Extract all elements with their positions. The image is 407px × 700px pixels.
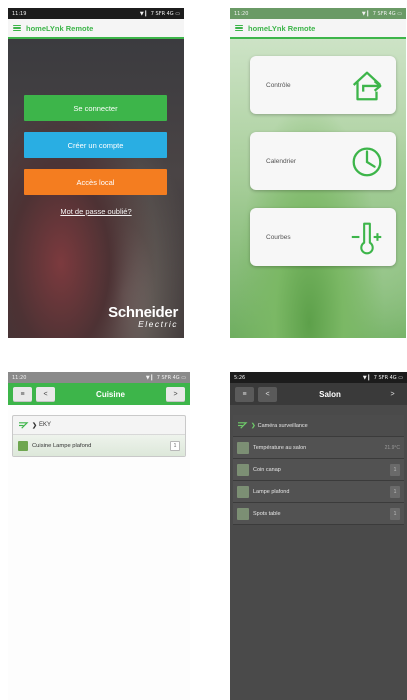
- status-indicators: ▼ ▎ 7 SFR 4G ▭: [145, 374, 186, 381]
- status-time: 5:26: [234, 374, 246, 381]
- tile-courbes[interactable]: Courbes: [250, 208, 396, 266]
- group-label: EKY: [39, 422, 52, 428]
- status-indicators: ▼ ▎ 7 SFR 4G ▭: [139, 10, 180, 17]
- device-panel: ❯ EKY Cuisine Lampe plafond 1: [12, 415, 186, 457]
- login-screen: 11:19 ▼ ▎ 7 SFR 4G ▭ homeLYnk Remote Se …: [8, 8, 184, 338]
- room-title: Salon: [319, 389, 341, 399]
- status-bar: 5:26 ▼ ▎ 7 SFR 4G ▭: [230, 372, 407, 383]
- logo-sub-text: Electric: [138, 318, 178, 329]
- menu-icon[interactable]: [13, 24, 21, 32]
- device-row[interactable]: Spots table 1: [233, 503, 404, 525]
- status-indicators: ▼ ▎ 7 SFR 4G ▭: [362, 374, 403, 381]
- schneider-logo: Schneider Electric: [108, 305, 178, 329]
- logo-main-text: Schneider: [108, 303, 178, 321]
- status-bar: 11:20 ▼ ▎ 7 SFR 4G ▭: [230, 8, 406, 19]
- status-bar: 11:19 ▼ ▎ 7 SFR 4G ▭: [8, 8, 184, 19]
- app-bar: homeLYnk Remote: [230, 19, 406, 39]
- local-access-button[interactable]: Accès local: [24, 169, 167, 195]
- device-value-button[interactable]: 1: [390, 463, 400, 476]
- device-value-button[interactable]: 1: [390, 485, 400, 498]
- spots-thumbnail: [237, 507, 249, 520]
- device-row[interactable]: Température au salon 21.9°C: [233, 437, 404, 459]
- device-label: Lampe plafond: [253, 488, 290, 495]
- create-account-button[interactable]: Créer un compte: [24, 132, 167, 158]
- device-thumbnail: [18, 440, 28, 451]
- device-row[interactable]: Coin canap 1: [233, 459, 404, 481]
- app-bar: homeLYnk Remote: [8, 19, 184, 39]
- device-row[interactable]: Lampe plafond 1: [233, 481, 404, 503]
- device-value: 21.9°C: [384, 444, 400, 451]
- room-content: ❯ Caméra surveillance Température au sal…: [230, 405, 407, 700]
- back-button[interactable]: <: [258, 386, 277, 402]
- lamp-thumbnail: [237, 485, 249, 498]
- status-bar: 11:20 ▼ ▎ 7 SFR 4G ▭: [8, 372, 190, 383]
- lamp-thumbnail: [237, 463, 249, 476]
- tile-calendrier[interactable]: Calendrier: [250, 132, 396, 190]
- home-menu-screen: 11:20 ▼ ▎ 7 SFR 4G ▭ homeLYnk Remote Con…: [230, 8, 406, 338]
- forgot-password-link[interactable]: Mot de passe oublié?: [8, 207, 184, 216]
- connect-button[interactable]: Se connecter: [24, 95, 167, 121]
- device-value-button[interactable]: 1: [170, 440, 180, 451]
- tile-label: Courbes: [266, 233, 291, 241]
- tile-label: Contrôle: [266, 81, 291, 89]
- menu-button[interactable]: ≡: [235, 386, 254, 402]
- device-label: Température au salon: [253, 444, 307, 451]
- expand-chevron-icon: ❯: [32, 422, 38, 429]
- room-nav-bar: ≡ < Cuisine >: [8, 383, 190, 405]
- room-screen-salon: 5:26 ▼ ▎ 7 SFR 4G ▭ ≡ < Salon > ❯ Caméra…: [230, 372, 407, 700]
- status-time: 11:20: [234, 10, 249, 17]
- app-title: homeLYnk Remote: [26, 23, 94, 33]
- app-title: homeLYnk Remote: [248, 23, 316, 33]
- room-content: ❯ EKY Cuisine Lampe plafond 1: [8, 405, 190, 700]
- device-label: Coin canap: [253, 466, 281, 473]
- tile-label: Calendrier: [266, 157, 296, 165]
- status-time: 11:20: [12, 374, 27, 381]
- status-time: 11:19: [12, 10, 27, 17]
- group-row[interactable]: ❯ EKY: [13, 416, 185, 435]
- signal-icon: [238, 422, 248, 429]
- next-button[interactable]: >: [166, 386, 185, 402]
- menu-button[interactable]: ≡: [13, 386, 32, 402]
- device-label: Cuisine Lampe plafond: [32, 442, 92, 449]
- arrow-house-icon: [352, 71, 382, 101]
- menu-icon[interactable]: [235, 24, 243, 32]
- device-label: Spots table: [253, 510, 281, 517]
- tile-controle[interactable]: Contrôle: [250, 56, 396, 114]
- expand-chevron-icon: ❯: [251, 422, 256, 429]
- next-button[interactable]: >: [383, 387, 402, 402]
- thermometer-icon: [351, 222, 382, 255]
- clock-icon: [352, 147, 382, 177]
- device-value-button[interactable]: 1: [390, 507, 400, 520]
- room-nav-bar: ≡ < Salon >: [230, 383, 407, 405]
- thermometer-thumbnail: [237, 441, 249, 454]
- group-label: Caméra surveillance: [257, 422, 308, 429]
- back-button[interactable]: <: [36, 386, 55, 402]
- room-screen-cuisine: 11:20 ▼ ▎ 7 SFR 4G ▭ ≡ < Cuisine > ❯ EKY…: [8, 372, 190, 700]
- signal-icon: [19, 421, 29, 429]
- room-title: Cuisine: [96, 389, 125, 399]
- group-row[interactable]: ❯ Caméra surveillance: [233, 415, 404, 437]
- device-row[interactable]: Cuisine Lampe plafond 1: [13, 435, 185, 456]
- status-indicators: ▼ ▎ 7 SFR 4G ▭: [361, 10, 402, 17]
